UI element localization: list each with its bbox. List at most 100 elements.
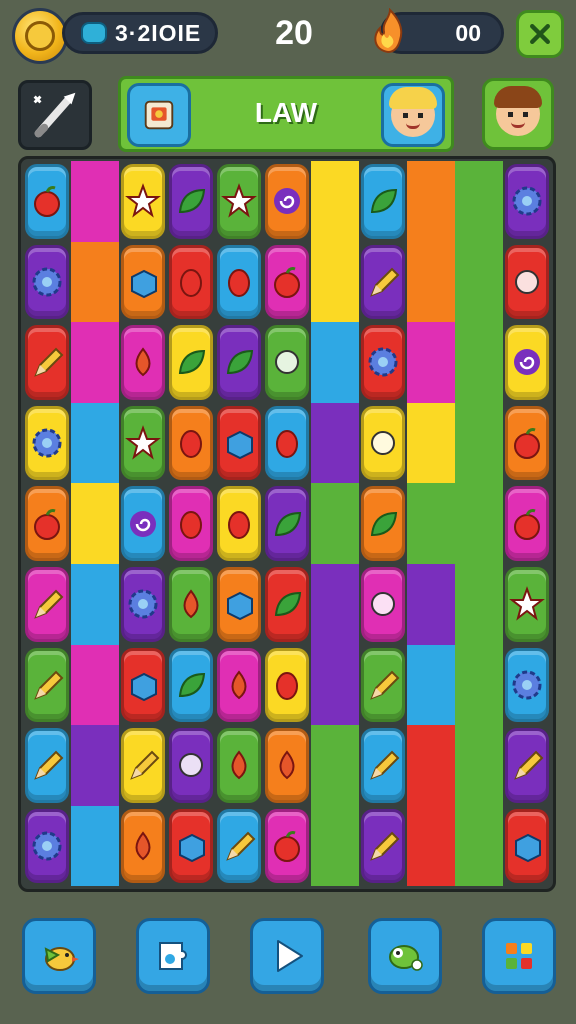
bonus-value: 00 bbox=[455, 19, 481, 46]
tile-tomato[interactable] bbox=[265, 808, 309, 884]
puzzle-icon bbox=[159, 942, 187, 970]
tile-ice-cream[interactable] bbox=[505, 244, 549, 320]
picture-button[interactable] bbox=[127, 83, 191, 147]
play-button[interactable] bbox=[250, 918, 324, 994]
tile-apple[interactable] bbox=[25, 486, 69, 561]
tile-flower[interactable] bbox=[121, 164, 165, 239]
color-stripe bbox=[455, 725, 503, 806]
game-board bbox=[18, 156, 556, 892]
tile-chili[interactable] bbox=[217, 486, 261, 561]
tile-ribbon[interactable] bbox=[361, 405, 405, 481]
tile-leaf-orange[interactable] bbox=[217, 325, 261, 400]
close-button[interactable] bbox=[516, 10, 564, 58]
tile-pepper[interactable] bbox=[169, 244, 213, 320]
tile-pencil[interactable] bbox=[361, 244, 405, 320]
board-gap bbox=[407, 402, 455, 484]
tile-leaf-orange[interactable] bbox=[361, 486, 405, 561]
tile-pencil-blue[interactable] bbox=[25, 325, 69, 400]
tile-leaf[interactable] bbox=[169, 164, 213, 239]
board-cell bbox=[503, 725, 551, 806]
tile-gear-blue[interactable] bbox=[361, 325, 405, 400]
tile-leaves[interactable] bbox=[265, 486, 309, 561]
tile-leaf-green[interactable] bbox=[169, 325, 213, 400]
tile-shield[interactable] bbox=[265, 728, 309, 803]
tile-flower-orange[interactable] bbox=[265, 325, 309, 400]
tile-leaf[interactable] bbox=[361, 164, 405, 239]
tile-horn[interactable] bbox=[169, 728, 213, 803]
swirl-green-icon bbox=[514, 349, 540, 376]
tile-battery[interactable] bbox=[217, 405, 261, 481]
tile-feather[interactable] bbox=[265, 566, 309, 642]
tile-pepper-red[interactable] bbox=[169, 486, 213, 561]
tile-planet[interactable] bbox=[121, 486, 165, 561]
tile-torch[interactable] bbox=[217, 808, 261, 884]
tile-gift[interactable] bbox=[121, 244, 165, 320]
tile-pencil[interactable] bbox=[361, 647, 405, 723]
tile-fish[interactable] bbox=[217, 728, 261, 803]
tile-pencil[interactable] bbox=[25, 566, 69, 642]
board-gap bbox=[311, 644, 359, 726]
tile-gear-orange[interactable] bbox=[505, 647, 549, 723]
tile-balloon[interactable] bbox=[121, 325, 165, 400]
color-stripe bbox=[407, 805, 455, 887]
tile-twist[interactable] bbox=[217, 647, 261, 723]
tile-pencil[interactable] bbox=[25, 728, 69, 803]
tile-pencil[interactable] bbox=[361, 728, 405, 803]
palette-icon bbox=[515, 833, 541, 863]
menu-grid-button[interactable] bbox=[482, 918, 556, 994]
tile-splash[interactable] bbox=[505, 566, 549, 642]
tile-swirl[interactable] bbox=[265, 164, 309, 239]
tile-battery-blue[interactable] bbox=[217, 566, 261, 642]
tile-pencil-green[interactable] bbox=[25, 647, 69, 723]
tile-paintbrush[interactable] bbox=[505, 728, 549, 803]
tile-star-red[interactable] bbox=[121, 405, 165, 481]
tile-gear-pink[interactable] bbox=[25, 405, 69, 481]
color-stripe bbox=[407, 322, 455, 403]
tile-pepper-red[interactable] bbox=[265, 647, 309, 723]
tile-gear-blue[interactable] bbox=[25, 808, 69, 884]
tile-gear-blue[interactable] bbox=[505, 164, 549, 239]
girl-avatar-icon bbox=[389, 87, 437, 137]
color-stripe bbox=[455, 241, 503, 323]
pepper-red-icon bbox=[276, 671, 298, 700]
board-gap bbox=[71, 322, 119, 403]
board-cell bbox=[263, 564, 311, 645]
bird-button[interactable] bbox=[22, 918, 96, 994]
tile-seed[interactable] bbox=[169, 566, 213, 642]
tile-moon[interactable] bbox=[169, 405, 213, 481]
tile-pencil-blue[interactable] bbox=[361, 808, 405, 884]
tile-cube[interactable] bbox=[121, 647, 165, 723]
tile-apple[interactable] bbox=[25, 164, 69, 239]
tile-pencil-blue[interactable] bbox=[121, 728, 165, 803]
tile-gear-orange[interactable] bbox=[121, 566, 165, 642]
board-cell bbox=[23, 645, 71, 726]
balloon-icon bbox=[135, 347, 151, 377]
fish-button[interactable] bbox=[368, 918, 442, 994]
puzzle-button[interactable] bbox=[136, 918, 210, 994]
moon-icon bbox=[180, 430, 202, 459]
tile-apple[interactable] bbox=[505, 486, 549, 561]
tile-swirl-green[interactable] bbox=[505, 325, 549, 400]
tile-palette[interactable] bbox=[505, 808, 549, 884]
magic-wand-button[interactable] bbox=[18, 80, 92, 150]
profile-button[interactable] bbox=[482, 78, 554, 150]
tile-strawberry[interactable] bbox=[265, 244, 309, 320]
tile-apple[interactable] bbox=[505, 405, 549, 481]
tile-donut[interactable] bbox=[25, 244, 69, 320]
tile-leaf-green[interactable] bbox=[169, 647, 213, 723]
torch-icon bbox=[226, 831, 256, 861]
tile-star-shape[interactable] bbox=[217, 164, 261, 239]
tile-banana[interactable] bbox=[217, 244, 261, 320]
friend-avatar[interactable] bbox=[381, 83, 445, 147]
tile-cup[interactable] bbox=[169, 808, 213, 884]
pencil-icon bbox=[34, 589, 64, 620]
tile-hook[interactable] bbox=[121, 808, 165, 884]
board-cell bbox=[119, 564, 167, 645]
color-stripe bbox=[455, 563, 503, 645]
tile-rattle[interactable] bbox=[361, 566, 405, 642]
color-stripe bbox=[311, 563, 359, 645]
board-cell bbox=[167, 483, 215, 564]
tile-banana[interactable] bbox=[265, 405, 309, 481]
board-cell bbox=[23, 725, 71, 806]
pencil-blue-icon bbox=[370, 831, 400, 861]
